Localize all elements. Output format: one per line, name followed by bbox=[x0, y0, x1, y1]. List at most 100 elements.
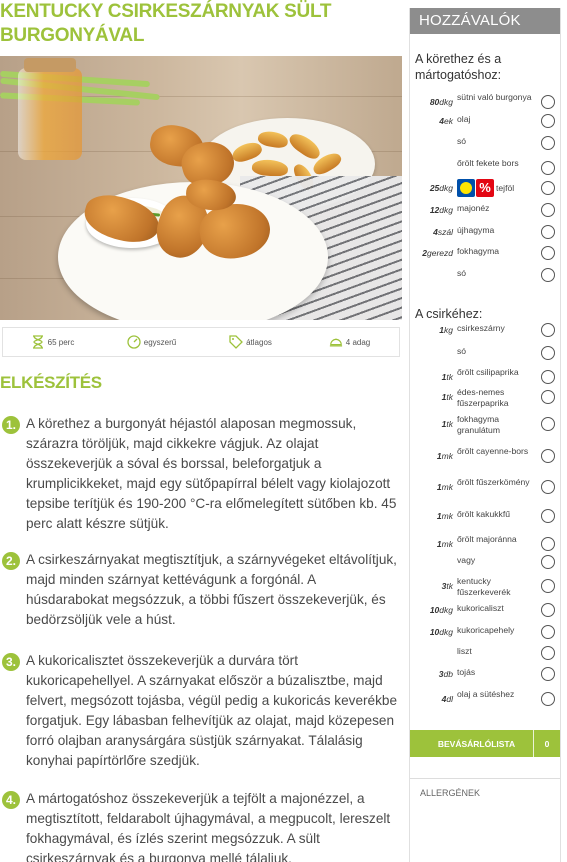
amount-unit: dkg bbox=[439, 97, 453, 107]
recipe-title-line-2: BURGONYÁVAL bbox=[0, 25, 145, 46]
ingredient-checkbox[interactable] bbox=[541, 323, 555, 337]
ingredient-checkbox[interactable] bbox=[541, 246, 555, 260]
ingredient-name: liszt bbox=[457, 646, 472, 656]
ingredient-checkbox[interactable] bbox=[541, 203, 555, 217]
speedometer-icon bbox=[127, 335, 141, 349]
ingredient-name: fokhagyma bbox=[457, 246, 500, 256]
amount-unit: dkg bbox=[439, 205, 453, 215]
ingredient-amount: 1mk bbox=[437, 511, 453, 521]
ingredient-checkbox[interactable] bbox=[541, 537, 555, 551]
ingredient-checkbox[interactable] bbox=[541, 114, 555, 128]
ingredient-name: őrölt cayenne-bors bbox=[457, 446, 529, 456]
ingredient-checkbox[interactable] bbox=[541, 370, 555, 384]
allergens-label: ALLERGÉNEK bbox=[420, 788, 481, 798]
method-step: 3. A kukoricalisztet összekeverjük a dur… bbox=[0, 651, 400, 771]
shopping-list-divider bbox=[533, 730, 534, 757]
ingredient-checkbox[interactable] bbox=[541, 667, 555, 681]
amount-value: 10 bbox=[429, 627, 440, 637]
ingredient-name: kukoricapehely bbox=[457, 625, 515, 635]
ingredient-amount: 1kg bbox=[439, 325, 453, 335]
amount-unit: tk bbox=[446, 372, 453, 382]
hourglass-icon bbox=[31, 335, 45, 349]
meta-servings-label: 4 adag bbox=[345, 337, 371, 347]
meta-cost: átlagos bbox=[201, 335, 300, 349]
ingredient-amount: 10dkg bbox=[430, 605, 453, 615]
amount-unit: gerezd bbox=[427, 248, 453, 258]
meta-cost-label: átlagos bbox=[246, 337, 272, 347]
ingredient-amount: 1tk bbox=[442, 392, 453, 402]
amount-unit: ek bbox=[444, 116, 453, 126]
ingredient-checkbox[interactable] bbox=[541, 161, 555, 175]
method-step: 4. A mártogatóshoz összekeverjük a tejfö… bbox=[0, 789, 400, 862]
percent-badge-icon[interactable]: % bbox=[476, 179, 494, 197]
ingredients-panel: HOZZÁVALÓK A körethez és a mártogatóshoz… bbox=[409, 8, 561, 862]
amount-unit: mk bbox=[441, 511, 453, 521]
ingredient-checkbox[interactable] bbox=[541, 480, 555, 494]
ingredient-name: őrölt kakukkfű bbox=[457, 509, 511, 519]
amount-unit: dkg bbox=[439, 183, 453, 193]
amount-value: 25 bbox=[429, 183, 440, 193]
amount-value: 12 bbox=[429, 205, 440, 215]
ingredient-checkbox[interactable] bbox=[541, 509, 555, 523]
ingredient-checkbox[interactable] bbox=[541, 417, 555, 431]
price-tag-icon bbox=[229, 335, 244, 349]
ingredient-name: őrölt fűszerkömény bbox=[457, 477, 530, 487]
amount-unit: tk bbox=[446, 581, 453, 591]
ingredient-name: só bbox=[457, 346, 467, 356]
step-number: 2. bbox=[2, 552, 20, 570]
meta-servings: 4 adag bbox=[300, 335, 399, 349]
method-step: 1. A körethez a burgonyát héjastól alapo… bbox=[0, 414, 400, 534]
allergen-divider bbox=[410, 778, 560, 779]
jar-cork bbox=[24, 58, 76, 72]
amount-unit: mk bbox=[441, 482, 453, 492]
step-number: 1. bbox=[2, 416, 20, 434]
ingredient-name: édes-nemes fűszerpaprika bbox=[457, 387, 509, 408]
recipe-title-line-1: KENTUCKY CSIRKESZÁRNYAK SÜLT bbox=[0, 1, 332, 22]
ingredient-name: só bbox=[457, 268, 467, 278]
method-heading: ELKÉSZÍTÉS bbox=[0, 373, 102, 392]
step-number: 3. bbox=[2, 653, 20, 671]
amount-unit: szál bbox=[437, 227, 453, 237]
ingredient-checkbox[interactable] bbox=[541, 603, 555, 617]
ingredient-name: őrölt majoránna bbox=[457, 534, 517, 544]
amount-unit: mk bbox=[441, 539, 453, 549]
ingredient-name: újhagyma bbox=[457, 225, 495, 235]
ingredient-amount: 3db bbox=[439, 669, 453, 679]
meta-difficulty: egyszerű bbox=[102, 335, 201, 349]
ingredient-checkbox[interactable] bbox=[541, 646, 555, 660]
ingredient-checkbox[interactable] bbox=[541, 692, 555, 706]
ingredient-name: kentucky fűszerkeverék bbox=[457, 576, 511, 597]
step-text: A körethez a burgonyát héjastól alaposan… bbox=[26, 416, 397, 531]
ingredient-checkbox[interactable] bbox=[541, 181, 555, 195]
shopping-list-count: 0 bbox=[544, 738, 550, 749]
amount-unit: tk bbox=[446, 392, 453, 402]
ingredient-checkbox[interactable] bbox=[541, 346, 555, 360]
ingredient-checkbox[interactable] bbox=[541, 268, 555, 282]
amount-unit: db bbox=[443, 669, 453, 679]
ingredient-checkbox[interactable] bbox=[541, 225, 555, 239]
ingredient-name: csirkeszárny bbox=[457, 323, 505, 333]
step-text: A kukoricalisztet összekeverjük a durvár… bbox=[26, 653, 398, 768]
ingredient-checkbox[interactable] bbox=[541, 136, 555, 150]
shopping-list-label: BEVÁSÁRLÓLISTA bbox=[437, 738, 516, 749]
ingredient-name: fokhagyma granulátum bbox=[457, 414, 500, 435]
amount-unit: kg bbox=[444, 325, 453, 335]
ingredient-checkbox[interactable] bbox=[541, 449, 555, 463]
meta-time: 65 perc bbox=[3, 335, 102, 349]
ingredient-checkbox[interactable] bbox=[541, 95, 555, 109]
shopping-list-button[interactable]: BEVÁSÁRLÓLISTA 0 bbox=[410, 730, 560, 757]
ingredient-checkbox[interactable] bbox=[541, 390, 555, 404]
lidl-logo-icon[interactable] bbox=[457, 179, 475, 197]
amount-unit: tk bbox=[446, 419, 453, 429]
ingredient-amount: 25dkg bbox=[430, 183, 453, 193]
ingredient-checkbox[interactable] bbox=[541, 555, 555, 569]
ingredient-amount: 2gerezd bbox=[422, 248, 453, 258]
ingredient-checkbox[interactable] bbox=[541, 579, 555, 593]
ingredient-checkbox[interactable] bbox=[541, 625, 555, 639]
ingredient-group-title: A körethez és a mártogatóshoz: bbox=[415, 52, 502, 82]
amount-unit: dkg bbox=[439, 605, 453, 615]
ingredient-name: sütni való burgonya bbox=[457, 92, 532, 102]
meta-time-label: 65 perc bbox=[47, 337, 75, 347]
method-step: 2. A csirkeszárnyakat megtisztítjuk, a s… bbox=[0, 550, 400, 630]
amount-value: 80 bbox=[429, 97, 440, 107]
